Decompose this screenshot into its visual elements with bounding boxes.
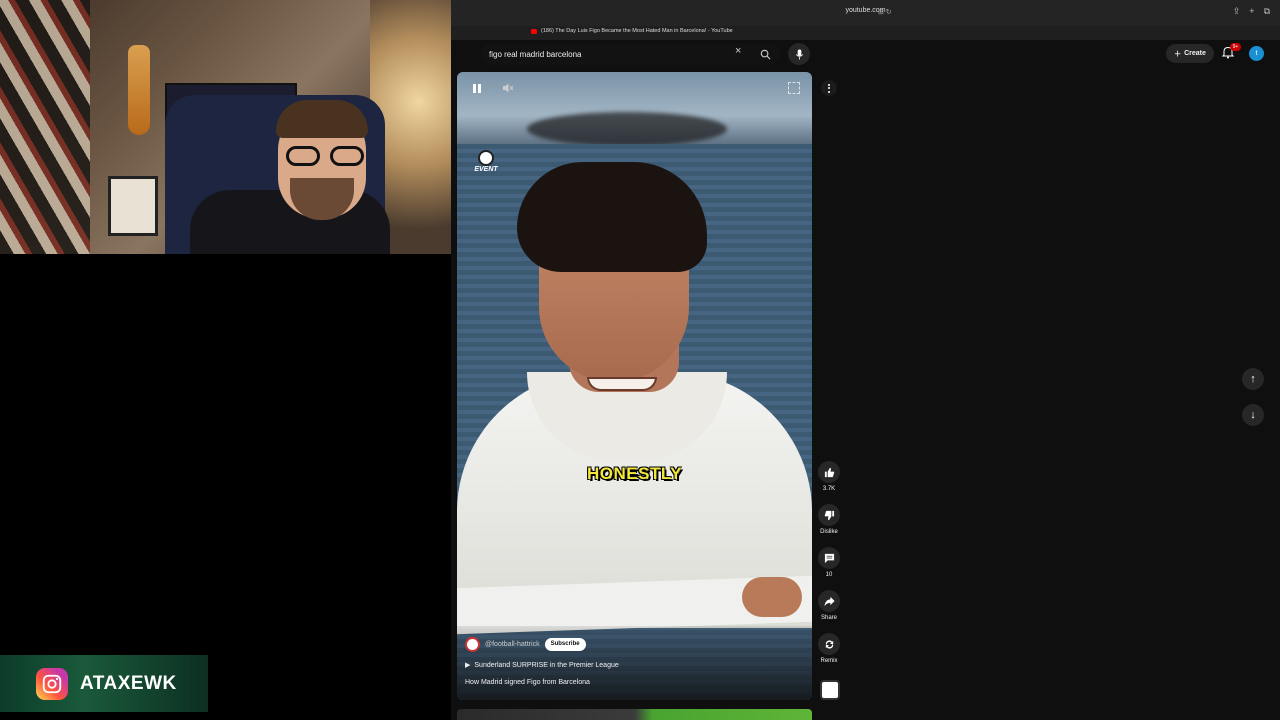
comments-button[interactable] xyxy=(818,547,840,569)
arrow-down-icon: ↓ xyxy=(1250,409,1256,421)
dislike-action[interactable]: Dislike xyxy=(817,504,841,537)
next-short-preview[interactable] xyxy=(457,709,812,720)
instagram-handle: ATAXEWK xyxy=(80,672,177,694)
youtube-favicon-icon xyxy=(531,28,537,34)
event-logo-text: EVENT xyxy=(474,166,498,173)
picture-frame xyxy=(108,176,158,236)
tab-title: (186) The Day Luis Figo Became the Most … xyxy=(541,28,733,34)
like-action[interactable]: 3.7K xyxy=(817,461,841,494)
create-button[interactable]: ＋ Create xyxy=(1166,44,1214,63)
instagram-badge: ATAXEWK xyxy=(0,655,208,712)
dislike-button[interactable] xyxy=(818,504,840,526)
create-label: Create xyxy=(1184,50,1206,57)
mute-button[interactable] xyxy=(502,82,516,96)
person-glasses xyxy=(286,146,368,166)
remix-action[interactable]: Remix xyxy=(817,633,841,666)
like-button[interactable] xyxy=(818,461,840,483)
channel-name[interactable]: @football-hattrick xyxy=(485,641,540,648)
browser-toolbar: youtube.com ⊞ ↻ ⇪ + ⧉ xyxy=(451,0,1280,26)
clear-search-icon[interactable]: × xyxy=(735,46,745,57)
plus-icon: ＋ xyxy=(1174,50,1182,58)
address-bar[interactable]: youtube.com xyxy=(451,7,1280,14)
tab-youtube[interactable]: (186) The Day Luis Figo Became the Most … xyxy=(531,28,733,34)
player-hair xyxy=(517,162,707,272)
share-label: Share xyxy=(820,615,837,621)
like-count: 3.7K xyxy=(822,486,836,492)
channel-row: @football-hattrick Subscribe xyxy=(465,637,586,652)
audio-source-thumbnail[interactable] xyxy=(820,680,840,700)
shorts-video-player[interactable]: EVENT HONESTLY @football-hattrick Subscr… xyxy=(457,72,812,700)
search-icon xyxy=(760,49,770,59)
tab-bar: (186) The Day Luis Figo Became the Most … xyxy=(451,26,1280,40)
thumbs-down-icon xyxy=(824,510,834,520)
person-hair xyxy=(276,100,368,138)
related-video-link[interactable]: ▶ Sunderland SURPRISE in the Premier Lea… xyxy=(465,661,619,670)
video-title[interactable]: How Madrid signed Figo from Barcelona xyxy=(465,679,590,686)
arrow-up-icon: ↑ xyxy=(1250,373,1256,385)
search-input[interactable] xyxy=(489,49,729,59)
share-action[interactable]: Share xyxy=(817,590,841,623)
player-hand xyxy=(742,577,802,617)
share-arrow-icon xyxy=(823,596,835,606)
fullscreen-button[interactable] xyxy=(788,82,800,94)
video-blur-area xyxy=(527,112,727,146)
player-smile xyxy=(587,377,657,391)
comment-count: 10 xyxy=(825,572,833,578)
translate-icon[interactable]: ⊞ ↻ xyxy=(878,8,892,16)
account-avatar[interactable]: t xyxy=(1249,46,1264,61)
webcam-feed xyxy=(0,0,451,254)
microphone-icon xyxy=(795,48,803,60)
browser-actions: ⇪ + ⧉ xyxy=(1233,6,1270,17)
previous-short-button[interactable]: ↑ xyxy=(1242,368,1264,390)
video-caption: HONESTLY xyxy=(586,464,682,483)
share-button[interactable] xyxy=(818,590,840,612)
browser-window: youtube.com ⊞ ↻ ⇪ + ⧉ (186) The Day Luis… xyxy=(451,0,1280,720)
related-video-label: Sunderland SURPRISE in the Premier Leagu… xyxy=(474,661,619,669)
voice-search-button[interactable] xyxy=(788,43,810,65)
share-browser-icon[interactable]: ⇪ xyxy=(1233,6,1241,17)
remix-label: Remix xyxy=(820,658,838,664)
new-tab-icon[interactable]: + xyxy=(1249,6,1254,17)
wall-guitar xyxy=(128,45,150,135)
youtube-header: × ＋ Create 9+ t xyxy=(451,40,1280,68)
pause-button[interactable] xyxy=(471,84,483,96)
subscribe-button[interactable]: Subscribe xyxy=(544,638,586,651)
football-icon xyxy=(478,150,494,166)
wall-tapestry xyxy=(0,0,90,254)
search-button[interactable] xyxy=(753,43,777,65)
instagram-icon xyxy=(36,667,68,700)
remix-button[interactable] xyxy=(818,633,840,655)
event-watermark: EVENT xyxy=(471,150,501,178)
comment-icon xyxy=(824,553,834,563)
play-icon: ▶ xyxy=(465,662,471,669)
next-short-button[interactable]: ↓ xyxy=(1242,404,1264,426)
comments-action[interactable]: 10 xyxy=(817,547,841,580)
muted-speaker-icon xyxy=(503,83,514,93)
tab-overview-icon[interactable]: ⧉ xyxy=(1264,6,1270,17)
remix-icon xyxy=(825,639,833,649)
thumbs-up-icon xyxy=(824,467,834,477)
more-options-button[interactable] xyxy=(821,80,837,96)
action-rail: 3.7K Dislike 10 Share Remix xyxy=(817,461,841,676)
dislike-label: Dislike xyxy=(820,529,838,535)
channel-avatar[interactable] xyxy=(465,637,480,652)
notifications-button[interactable]: 9+ xyxy=(1221,43,1241,60)
notification-badge: 9+ xyxy=(1230,43,1241,51)
